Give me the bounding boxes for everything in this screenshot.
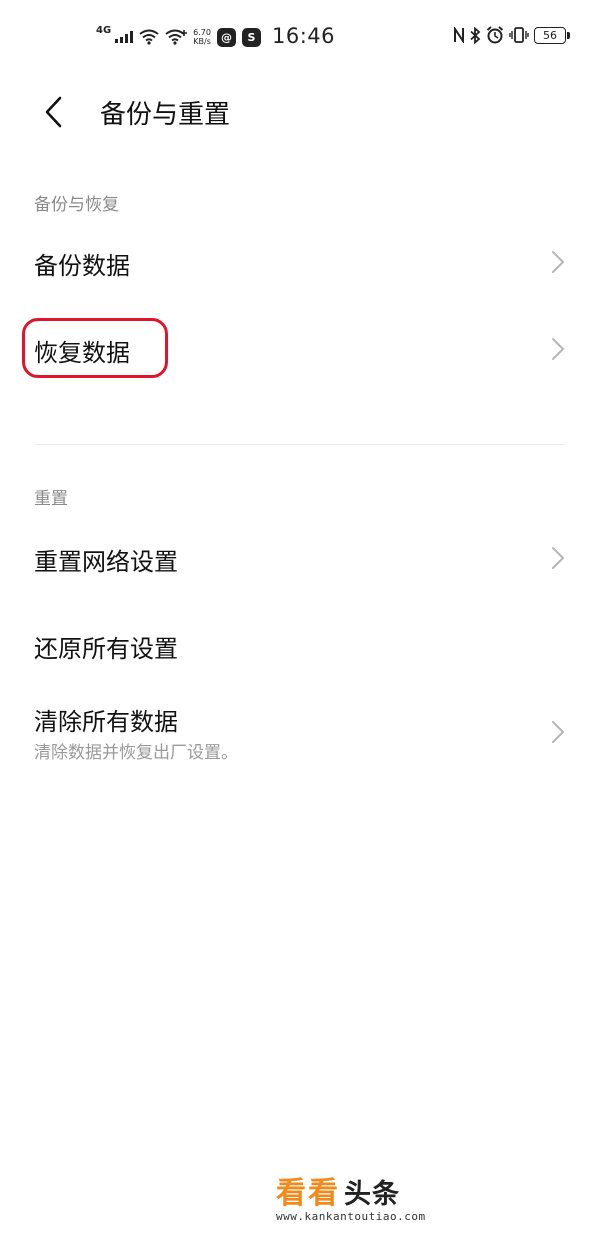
- alarm-icon: [486, 26, 504, 44]
- section-divider: [34, 444, 566, 445]
- net-speed: 6.70 KB/s: [193, 28, 211, 46]
- status-bar-left: 4G 6.70 KB/s @ S: [96, 24, 261, 50]
- chevron-right-icon: [552, 721, 565, 743]
- menu-item-reset-network-settings[interactable]: 重置网络设置: [0, 518, 600, 598]
- vibrate-icon: [509, 27, 529, 43]
- section-label-backup-restore: 备份与恢复: [34, 195, 119, 215]
- signal-icon: [115, 31, 134, 43]
- chevron-right-icon: [552, 338, 565, 360]
- menu-item-label: 还原所有设置: [34, 635, 178, 663]
- menu-item-backup-data[interactable]: 备份数据: [0, 222, 600, 302]
- chevron-right-icon: [552, 547, 565, 569]
- highlight-annotation: [22, 318, 168, 378]
- network-type: 4G: [96, 24, 112, 36]
- menu-item-subtitle: 清除数据并恢复出厂设置。: [34, 743, 238, 763]
- app-notification-icon-2: S: [241, 27, 261, 47]
- watermark-logo: 看看 头条 www.kankantoutiao.com: [276, 1168, 476, 1223]
- watermark-text-dark: 头条: [344, 1179, 400, 1210]
- watermark-url: www.kankantoutiao.com: [276, 1210, 426, 1223]
- page-title: 备份与重置: [100, 100, 231, 130]
- header: 备份与重置: [0, 80, 600, 144]
- menu-item-label: 清除所有数据: [34, 708, 178, 736]
- back-arrow-icon[interactable]: [40, 94, 68, 130]
- battery-icon: 56: [534, 26, 570, 44]
- nfc-icon: [454, 27, 464, 43]
- wifi-icon: [139, 29, 159, 45]
- menu-item-restore-all-settings[interactable]: 还原所有设置: [0, 605, 600, 685]
- status-bar: 4G 6.70 KB/s @ S 16:46 56: [0, 0, 600, 72]
- app-notification-icon: @: [216, 27, 236, 47]
- chevron-right-icon: [552, 251, 565, 273]
- menu-item-label: 备份数据: [34, 252, 130, 280]
- bluetooth-icon: [470, 26, 481, 44]
- section-label-reset: 重置: [34, 489, 68, 509]
- net-speed-value: 6.70: [193, 28, 211, 37]
- wifi-plus-icon: [165, 29, 188, 45]
- clock: 16:46: [272, 24, 336, 48]
- watermark-text-accent: 看看: [276, 1176, 340, 1211]
- status-bar-right: 56: [453, 26, 570, 44]
- net-speed-unit: KB/s: [193, 37, 211, 46]
- menu-item-erase-all-data[interactable]: 清除所有数据 清除数据并恢复出厂设置。: [0, 690, 600, 780]
- menu-item-label: 重置网络设置: [34, 548, 178, 576]
